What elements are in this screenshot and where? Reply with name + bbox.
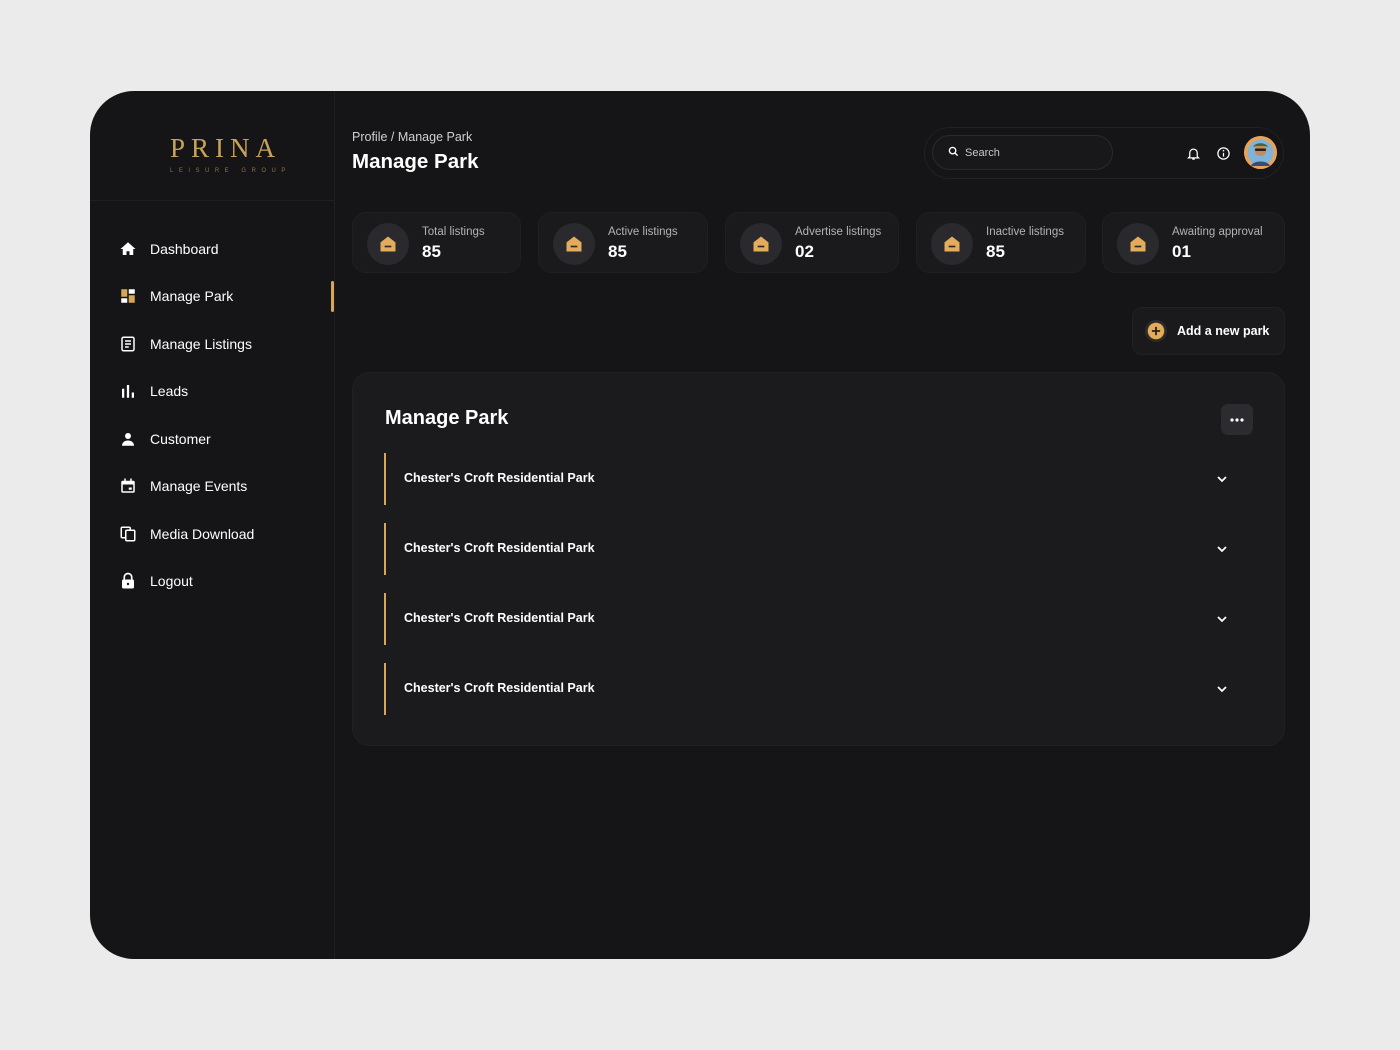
stat-label: Awaiting approval: [1172, 226, 1263, 238]
park-row[interactable]: Chester's Croft Residential Park: [384, 593, 1252, 645]
sidebar-item-label: Manage Listings: [150, 336, 252, 352]
stat-value: 85: [422, 242, 441, 261]
breadcrumb[interactable]: Profile / Manage Park: [352, 130, 472, 144]
park-name: Chester's Croft Residential Park: [404, 611, 595, 625]
add-new-park-button[interactable]: Add a new park: [1132, 307, 1285, 355]
house-icon: [931, 223, 973, 265]
sidebar-item-label: Manage Events: [150, 478, 248, 494]
sidebar-item-manage-park[interactable]: Manage Park: [118, 283, 328, 309]
accent-bar: [384, 453, 386, 505]
sidebar-item-leads[interactable]: Leads: [118, 378, 328, 404]
chevron-down-icon[interactable]: [1214, 681, 1230, 697]
sidebar: PRINA LEISURE GROUP Dashboard Manage Par…: [90, 91, 335, 959]
sidebar-item-label: Logout: [150, 573, 193, 589]
sidebar-item-logout[interactable]: Logout: [118, 568, 328, 594]
stat-label: Total listings: [422, 226, 485, 238]
brand-tagline: LEISURE GROUP: [170, 168, 291, 174]
stat-value: 02: [795, 242, 814, 261]
add-new-park-label: Add a new park: [1177, 324, 1270, 338]
sidebar-item-manage-listings[interactable]: Manage Listings: [118, 331, 328, 357]
sidebar-item-label: Customer: [150, 431, 211, 447]
park-name: Chester's Croft Residential Park: [404, 541, 595, 555]
app-window: PRINA LEISURE GROUP Dashboard Manage Par…: [90, 91, 1310, 959]
house-icon: [1117, 223, 1159, 265]
chevron-down-icon[interactable]: [1214, 471, 1230, 487]
sidebar-item-label: Media Download: [150, 526, 255, 542]
sidebar-item-customer[interactable]: Customer: [118, 426, 328, 452]
house-icon: [740, 223, 782, 265]
sidebar-item-dashboard[interactable]: Dashboard: [118, 236, 328, 262]
park-row[interactable]: Chester's Croft Residential Park: [384, 663, 1252, 715]
accent-bar: [384, 663, 386, 715]
grid-icon: [118, 286, 138, 306]
sidebar-item-manage-events[interactable]: Manage Events: [118, 473, 328, 499]
notification-bell-icon[interactable]: [1183, 143, 1203, 163]
info-icon[interactable]: [1213, 143, 1233, 163]
lock-icon: [118, 571, 138, 591]
stat-label: Inactive listings: [986, 226, 1064, 238]
stat-value: 85: [608, 242, 627, 261]
home-icon: [118, 239, 138, 259]
search-input[interactable]: [965, 146, 1105, 159]
manage-park-panel: Manage Park Chester's Croft Residential …: [352, 372, 1285, 746]
bar-chart-icon: [118, 381, 138, 401]
sidebar-item-media-download[interactable]: Media Download: [118, 521, 328, 547]
park-row[interactable]: Chester's Croft Residential Park: [384, 453, 1252, 505]
plus-icon: [1145, 320, 1167, 342]
stat-card-inactive-listings: Inactive listings 85: [916, 212, 1086, 273]
stat-card-active-listings: Active listings 85: [538, 212, 708, 273]
copy-icon: [118, 524, 138, 544]
chevron-down-icon[interactable]: [1214, 611, 1230, 627]
search-box[interactable]: [932, 135, 1113, 170]
sidebar-item-label: Dashboard: [150, 241, 219, 257]
more-options-button[interactable]: [1221, 404, 1253, 435]
stat-value: 85: [986, 242, 1005, 261]
stat-card-advertise-listings: Advertise listings 02: [725, 212, 899, 273]
user-icon: [118, 429, 138, 449]
sidebar-item-label: Leads: [150, 383, 189, 399]
avatar[interactable]: [1244, 136, 1277, 169]
brand-name: PRINA: [170, 133, 282, 163]
stat-label: Active listings: [608, 226, 678, 238]
ellipsis-icon: [1230, 417, 1244, 422]
stat-card-total-listings: Total listings 85: [352, 212, 521, 273]
accent-bar: [384, 523, 386, 575]
park-name: Chester's Croft Residential Park: [404, 471, 595, 485]
park-row[interactable]: Chester's Croft Residential Park: [384, 523, 1252, 575]
stat-card-awaiting-approval: Awaiting approval 01: [1102, 212, 1285, 273]
stat-label: Advertise listings: [795, 226, 882, 238]
house-icon: [367, 223, 409, 265]
accent-bar: [384, 593, 386, 645]
stat-value: 01: [1172, 242, 1191, 261]
sidebar-item-label: Manage Park: [150, 288, 234, 304]
search-icon: [948, 144, 959, 162]
list-icon: [118, 334, 138, 354]
house-icon: [553, 223, 595, 265]
panel-title: Manage Park: [385, 407, 509, 429]
calendar-icon: [118, 476, 138, 496]
chevron-down-icon[interactable]: [1214, 541, 1230, 557]
park-name: Chester's Croft Residential Park: [404, 681, 595, 695]
brand-logo: PRINA LEISURE GROUP: [90, 91, 335, 201]
active-indicator: [331, 281, 334, 312]
page-title: Manage Park: [352, 150, 479, 173]
